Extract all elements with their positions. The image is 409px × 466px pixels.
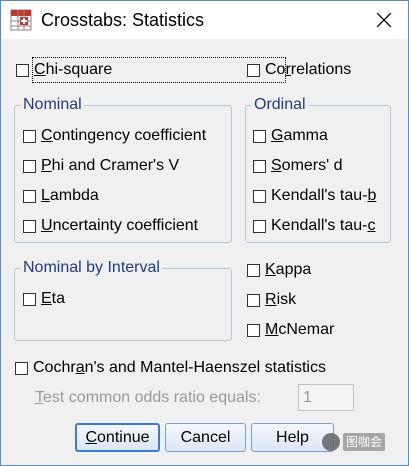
- dialog-body: Chi-square Correlations Nominal Continge…: [1, 40, 408, 465]
- lambda-checkbox[interactable]: [23, 190, 36, 203]
- kappa-label: Kappa: [265, 261, 312, 278]
- close-icon: [376, 12, 392, 28]
- nominal-group: Nominal Contingency coefficient Phi and …: [14, 96, 232, 243]
- nominal-by-interval-group: Nominal by Interval Eta: [14, 259, 232, 341]
- cochran-mantel-haenszel-label: Cochran's and Mantel-Haenszel statistics: [33, 359, 326, 376]
- phi-cramers-v-checkbox[interactable]: [23, 160, 36, 173]
- watermark: 图咖会: [322, 428, 386, 454]
- uncertainty-coefficient-checkbox[interactable]: [23, 220, 36, 233]
- odds-ratio-input[interactable]: 1: [298, 384, 354, 411]
- uncertainty-coefficient-label: Uncertainty coefficient: [41, 217, 199, 234]
- gamma-checkbox[interactable]: [253, 130, 266, 143]
- risk-label: Risk: [265, 291, 297, 308]
- somers-d-checkbox[interactable]: [253, 160, 266, 173]
- kendalls-tau-b-label: Kendall's tau-b: [271, 187, 377, 204]
- correlations-label: Correlations: [265, 61, 352, 78]
- watermark-logo-icon: [322, 432, 340, 451]
- window-title: Crosstabs: Statistics: [41, 10, 205, 30]
- watermark-text: 图咖会: [343, 432, 386, 451]
- mcnemar-label: McNemar: [265, 321, 335, 338]
- crosstabs-statistics-dialog: Crosstabs: Statistics Chi-square Correla…: [0, 0, 409, 466]
- cochran-mantel-haenszel-checkbox[interactable]: [15, 362, 28, 375]
- odds-ratio-label: Test common odds ratio equals:: [35, 389, 261, 406]
- contingency-coefficient-checkbox[interactable]: [23, 130, 36, 143]
- somers-d-label: Somers' d: [271, 157, 343, 174]
- close-button[interactable]: [361, 1, 407, 39]
- eta-label: Eta: [41, 290, 66, 307]
- ordinal-group: Ordinal Gamma Somers' d Kendall's tau-b …: [245, 96, 391, 243]
- chi-square-checkbox[interactable]: [16, 64, 29, 77]
- lambda-label: Lambda: [41, 187, 99, 204]
- title-bar: Crosstabs: Statistics: [1, 1, 408, 39]
- kendalls-tau-b-checkbox[interactable]: [253, 190, 266, 203]
- spss-app-icon: [10, 9, 32, 31]
- nominal-by-interval-legend: Nominal by Interval: [21, 259, 162, 277]
- kappa-checkbox[interactable]: [247, 264, 260, 277]
- phi-cramers-v-label: Phi and Cramer's V: [41, 157, 180, 174]
- correlations-checkbox[interactable]: [247, 64, 260, 77]
- nominal-legend: Nominal: [21, 96, 84, 114]
- gamma-label: Gamma: [271, 127, 328, 144]
- eta-checkbox[interactable]: [23, 293, 36, 306]
- mcnemar-checkbox[interactable]: [247, 324, 260, 337]
- kendalls-tau-c-checkbox[interactable]: [253, 220, 266, 233]
- continue-button[interactable]: Continue: [75, 423, 160, 452]
- ordinal-legend: Ordinal: [252, 96, 308, 114]
- contingency-coefficient-label: Contingency coefficient: [41, 127, 207, 144]
- risk-checkbox[interactable]: [247, 294, 260, 307]
- cancel-button[interactable]: Cancel: [165, 423, 246, 452]
- kendalls-tau-c-label: Kendall's tau-c: [271, 217, 376, 234]
